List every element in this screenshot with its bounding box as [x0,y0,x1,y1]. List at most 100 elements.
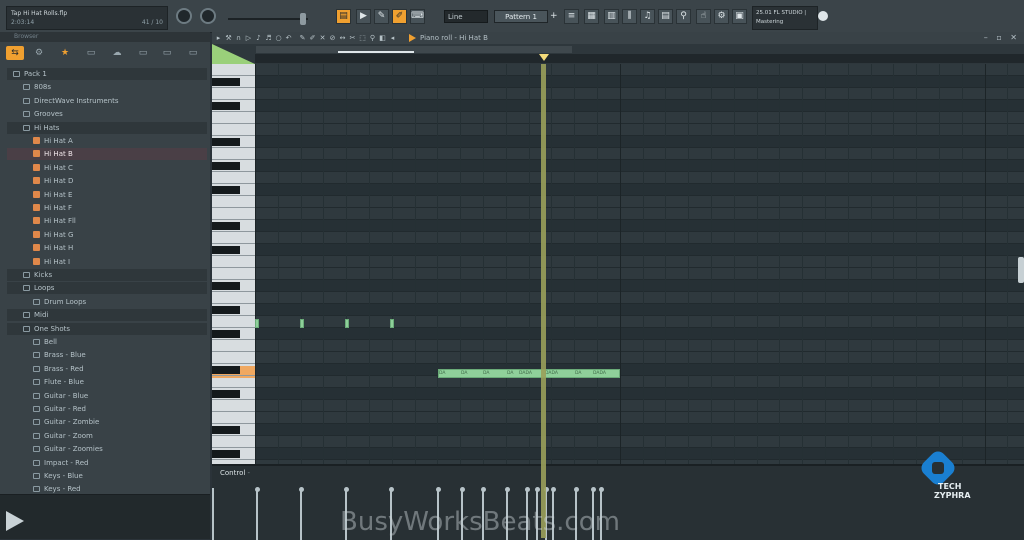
velocity-handle[interactable] [459,487,465,492]
velocity-handle[interactable] [504,487,510,492]
velocity-bar[interactable] [212,488,214,540]
pattern-mode-button[interactable]: ▤ [336,9,351,24]
note[interactable] [390,319,394,328]
note-grid[interactable]: DA DA DA DA DADA DADA DA DADA [255,64,1024,464]
select-icon[interactable]: ⬚ [358,33,367,43]
speaker-icon[interactable]: ◂ [388,33,397,43]
velocity-handle[interactable] [480,487,486,492]
browser-item[interactable]: Impact - Red [7,457,207,469]
velocity-handle[interactable] [590,487,596,492]
black-key[interactable] [212,330,240,338]
tab-plugins-icon[interactable]: ⚙ [30,46,48,60]
velocity-bar[interactable] [300,490,302,540]
pattern-select[interactable]: Pattern 1 [494,10,548,23]
black-key[interactable] [212,162,240,170]
note[interactable] [255,319,259,328]
vertical-scrollbar[interactable] [1018,257,1024,283]
tools-icon[interactable]: ⚒ [224,33,233,43]
record-icon[interactable]: ○ [274,33,283,43]
render-icon[interactable]: ▣ [732,9,747,24]
browser-item[interactable]: Grooves [7,108,207,120]
browser-item[interactable]: Hi Hat H [7,242,207,254]
browser-item[interactable]: Midi [7,309,207,322]
browser-item[interactable]: Hi Hat G [7,229,207,241]
browser-item[interactable]: Hi Hats [7,121,207,134]
tab-projects-icon[interactable]: ▭ [158,46,176,60]
slip-icon[interactable]: ↔ [338,33,347,43]
master-pitch-knob[interactable] [200,8,216,24]
browser-icon[interactable]: ▤ [658,9,673,24]
browser-item[interactable]: One Shots [7,322,207,335]
add-pattern-button[interactable]: + [550,10,560,23]
note[interactable] [300,319,304,328]
velocity-handle[interactable] [550,487,556,492]
touch-controller-icon[interactable]: ☝ [696,9,711,24]
browser-item[interactable]: Guitar - Red [7,403,207,415]
browser-item[interactable]: Guitar - Zombie [7,416,207,428]
playback-icon[interactable]: ▷ [244,33,253,43]
plugin-picker-icon[interactable]: ⚲ [676,9,691,24]
velocity-handle[interactable] [534,487,540,492]
browser-item[interactable]: Loops [7,282,207,295]
step-sequencer-icon[interactable]: ▥ [604,9,619,24]
black-key[interactable] [212,306,240,314]
tempo-slider-thumb[interactable] [300,13,306,25]
options-icon[interactable]: ▸ [214,33,223,43]
velocity-handle[interactable] [388,487,394,492]
black-key[interactable] [212,186,240,194]
black-key[interactable] [212,282,240,290]
velocity-handle[interactable] [343,487,349,492]
browser-item[interactable]: Pack 1 [7,68,207,80]
play-button[interactable]: ▶ [356,9,371,24]
note[interactable] [345,319,349,328]
undo-icon[interactable]: ↶ [284,33,293,43]
browser-item[interactable]: Bell [7,336,207,348]
delete-icon[interactable]: ✕ [318,33,327,43]
pencil-icon[interactable]: ✎ [298,33,307,43]
playhead-marker[interactable] [539,54,549,61]
black-key[interactable] [212,138,240,146]
browser-item[interactable]: Hi Hat E [7,189,207,201]
black-key[interactable] [212,78,240,86]
velocity-handle[interactable] [298,487,304,492]
piano-keyboard[interactable] [212,64,255,472]
tab-all-icon[interactable]: ⇆ [6,46,24,60]
velocity-handle[interactable] [524,487,530,492]
browser-item[interactable]: Hi Hat D [7,175,207,187]
browser-item[interactable]: Brass - Blue [7,349,207,361]
browser-item[interactable]: Keys - Blue [7,470,207,482]
draw-tool-icon[interactable]: ✎ [374,9,389,24]
playback-tool-icon[interactable]: ◧ [378,33,387,43]
browser-item[interactable]: Hi Hat C [7,162,207,174]
master-volume-knob[interactable] [176,8,192,24]
browser-item[interactable]: Brass - Red [7,363,207,375]
note-icon[interactable]: ♪ [254,33,263,43]
velocity-bar[interactable] [256,490,258,540]
browser-item[interactable]: Guitar - Zoomies [7,443,207,455]
chord-icon[interactable]: ♬ [264,33,273,43]
slice-icon[interactable]: ✂ [348,33,357,43]
tab-history-icon[interactable]: ▭ [184,46,202,60]
black-key[interactable] [212,102,240,110]
tab-folder-icon[interactable]: ▭ [82,46,100,60]
magnet-icon[interactable]: ∩ [234,33,243,43]
playlist-icon[interactable]: ≡ [564,9,579,24]
browser-item[interactable]: Flute - Blue [7,376,207,388]
black-key[interactable] [212,450,240,458]
tab-packs-icon[interactable]: ▭ [134,46,152,60]
brush-icon[interactable]: ✐ [308,33,317,43]
tempo-tapper-icon[interactable]: ⚙ [714,9,729,24]
tab-favorites-icon[interactable]: ★ [56,46,74,60]
mixer-icon[interactable]: ⫼ [622,9,637,24]
piano-roll-icon[interactable]: ♫ [640,9,655,24]
browser-item[interactable]: Hi Hat B [7,148,207,161]
tempo-slider-track[interactable] [228,18,308,20]
mute-icon[interactable]: ⊘ [328,33,337,43]
window-controls[interactable]: – ▫ ✕ [984,32,1020,44]
browser-item[interactable]: Guitar - Blue [7,390,207,402]
browser-item[interactable]: Hi Hat Fll [7,215,207,227]
black-key[interactable] [212,390,240,398]
paint-tool-icon[interactable]: ✐ [392,9,407,24]
channel-rack-icon[interactable]: ▦ [584,9,599,24]
snap-select[interactable]: Line [444,10,488,23]
